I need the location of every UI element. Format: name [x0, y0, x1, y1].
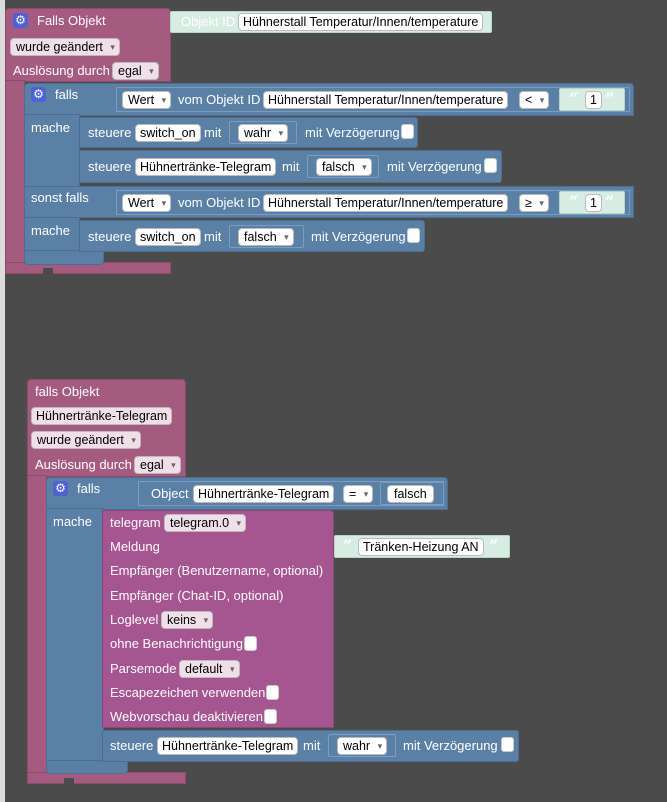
quote-open-icon: “ — [569, 89, 579, 108]
object-field[interactable]: Hühnertränke-Telegram — [31, 407, 173, 425]
block-notch — [43, 268, 53, 274]
with-label: mit — [303, 738, 321, 753]
silent-checkbox[interactable] — [244, 636, 257, 651]
with-label: mit — [282, 159, 300, 174]
delay-checkbox[interactable] — [407, 228, 420, 243]
parse-dropdown[interactable]: default — [179, 660, 240, 678]
with-label: mit — [204, 229, 222, 244]
if-block-footer — [24, 250, 104, 265]
do-label: mache — [31, 223, 71, 238]
trigger-dropdown[interactable]: egal — [134, 456, 181, 474]
value-dropdown[interactable]: Wert — [122, 194, 172, 212]
object-field[interactable]: Hühnertränke-Telegram — [157, 737, 299, 755]
message-field[interactable]: Tränken-Heizung AN — [358, 538, 484, 556]
loglevel-label: Loglevel — [110, 612, 159, 627]
escape-checkbox[interactable] — [266, 685, 279, 700]
message-label: Meldung — [110, 539, 160, 554]
value-dropdown[interactable]: Wert — [122, 91, 172, 109]
operator-dropdown[interactable]: < — [519, 91, 550, 109]
delay-checkbox[interactable] — [401, 124, 414, 139]
gear-icon[interactable]: ⚙ — [31, 87, 46, 102]
quote-close-icon: ” — [605, 192, 615, 211]
bool-dropdown[interactable]: wahr — [337, 737, 388, 755]
quote-close-icon: ” — [489, 536, 499, 555]
object-field[interactable]: switch_on — [135, 228, 201, 246]
bool-value[interactable]: falsch — [387, 485, 434, 503]
if-block-spine — [46, 508, 104, 766]
control-label: steuere — [88, 125, 132, 140]
with-label: mit — [204, 125, 222, 140]
recipient-user-label: Empfänger (Benutzername, optional) — [110, 563, 324, 578]
changed-dropdown[interactable]: wurde geändert — [10, 38, 120, 56]
control-label: steuere — [110, 738, 154, 753]
of-objid-label: vom Objekt ID — [178, 195, 261, 210]
object-id-label: Objekt ID — [181, 14, 236, 29]
parse-label: Parsemode — [110, 661, 177, 676]
delay-label: mit Verzögerung — [403, 738, 498, 753]
escape-label: Escapezeichen verwenden — [110, 685, 266, 700]
if-label: falls — [77, 481, 101, 496]
control-label: steuere — [88, 159, 132, 174]
control-label: steuere — [88, 229, 132, 244]
number-field[interactable]: 1 — [585, 194, 602, 212]
event-title: Falls Objekt — [37, 13, 106, 28]
quote-open-icon: “ — [569, 192, 579, 211]
bool-dropdown[interactable]: wahr — [238, 124, 289, 142]
number-field[interactable]: 1 — [585, 91, 602, 109]
do-label: mache — [53, 514, 93, 529]
event-block-spine — [5, 80, 25, 270]
object-field[interactable]: Hühnertränke-Telegram — [193, 485, 335, 503]
silent-label: ohne Benachrichtigung — [110, 636, 243, 651]
object-label: Object — [151, 486, 189, 501]
delay-checkbox[interactable] — [501, 737, 514, 752]
webpreview-label: Webvorschau deaktivieren — [110, 709, 263, 724]
bool-dropdown[interactable]: falsch — [316, 158, 372, 176]
recipient-chat-label: Empfänger (Chat-ID, optional) — [110, 588, 284, 603]
bool-dropdown[interactable]: falsch — [238, 228, 294, 246]
event-title: falls Objekt — [35, 384, 100, 399]
trigger-label: Auslösung durch — [13, 63, 110, 78]
object-id-field[interactable]: Hühnerstall Temperatur/Innen/temperature — [263, 91, 509, 109]
if-label: falls — [55, 87, 79, 102]
gear-icon[interactable]: ⚙ — [53, 481, 68, 496]
operator-dropdown[interactable]: ≥ — [519, 194, 549, 212]
operator-dropdown[interactable]: = — [343, 485, 374, 503]
delay-label: mit Verzögerung — [305, 125, 400, 140]
of-objid-label: vom Objekt ID — [178, 92, 261, 107]
event-block-spine — [27, 475, 47, 775]
object-field[interactable]: switch_on — [135, 124, 201, 142]
delay-label: mit Verzögerung — [311, 229, 406, 244]
telegram-label: telegram — [110, 515, 161, 530]
delay-label: mit Verzögerung — [387, 159, 482, 174]
gear-icon[interactable]: ⚙ — [13, 13, 28, 28]
do-label: mache — [31, 120, 71, 135]
object-id-field[interactable]: Hühnerstall Temperatur/Innen/temperature — [238, 13, 484, 31]
loglevel-dropdown[interactable]: keins — [161, 611, 214, 629]
elseif-label: sonst falls — [31, 190, 89, 205]
block-notch — [64, 778, 74, 784]
quote-open-icon: “ — [343, 536, 353, 555]
changed-dropdown[interactable]: wurde geändert — [31, 431, 141, 449]
webpreview-checkbox[interactable] — [264, 709, 277, 724]
quote-close-icon: ” — [605, 89, 615, 108]
telegram-instance-dropdown[interactable]: telegram.0 — [164, 514, 247, 532]
object-id-field[interactable]: Hühnerstall Temperatur/Innen/temperature — [263, 194, 509, 212]
trigger-label: Auslösung durch — [35, 457, 132, 472]
delay-checkbox[interactable] — [484, 158, 497, 173]
object-field[interactable]: Hühnertränke-Telegram — [135, 158, 277, 176]
if-block-footer — [46, 760, 128, 774]
trigger-dropdown[interactable]: egal — [112, 62, 159, 80]
